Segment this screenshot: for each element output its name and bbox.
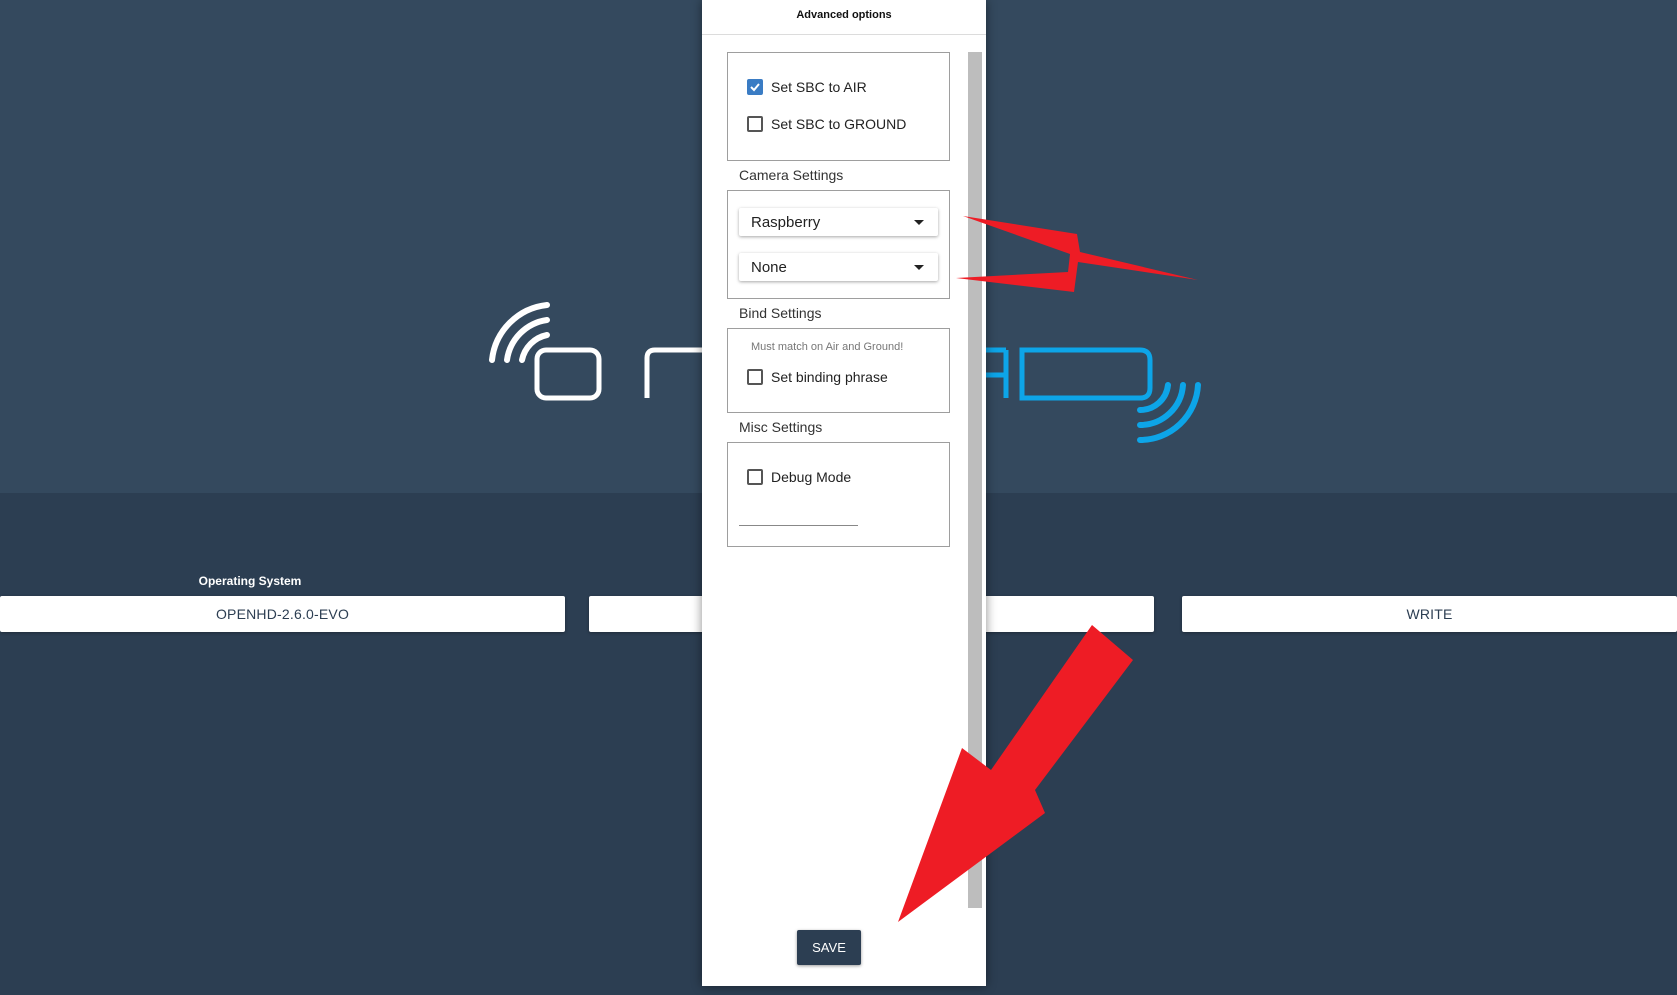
- sbc-ground-option[interactable]: Set SBC to GROUND: [747, 116, 906, 132]
- text-input-underline[interactable]: [739, 525, 858, 526]
- debug-mode-label: Debug Mode: [771, 469, 852, 485]
- secondary-camera-select[interactable]: None: [739, 253, 938, 281]
- operating-system-label: Operating System: [198, 574, 302, 588]
- operating-system-value: OPENHD-2.6.0-EVO: [215, 606, 350, 622]
- dialog-title: Advanced options: [702, 0, 986, 35]
- sbc-mode-group: Set SBC to AIR Set SBC to GROUND: [727, 52, 950, 161]
- bind-hint: Must match on Air and Ground!: [751, 341, 904, 353]
- write-button-label: WRITE: [1406, 606, 1453, 622]
- primary-camera-select[interactable]: Raspberry: [739, 208, 938, 236]
- binding-phrase-option[interactable]: Set binding phrase: [747, 369, 888, 385]
- sbc-air-checkbox[interactable]: [747, 79, 763, 95]
- logo-letter-p: [644, 347, 705, 398]
- operating-system-button[interactable]: OPENHD-2.6.0-EVO: [0, 596, 565, 632]
- scrollbar[interactable]: [968, 52, 982, 908]
- binding-phrase-checkbox[interactable]: [747, 369, 763, 385]
- camera-settings-group: Raspberry None: [727, 190, 950, 299]
- sbc-air-option[interactable]: Set SBC to AIR: [747, 79, 867, 95]
- secondary-camera-value: None: [751, 258, 787, 276]
- misc-settings-title: Misc Settings: [739, 419, 823, 435]
- primary-camera-value: Raspberry: [751, 213, 821, 231]
- binding-phrase-label: Set binding phrase: [771, 369, 888, 385]
- debug-mode-option[interactable]: Debug Mode: [747, 469, 851, 485]
- bind-settings-title: Bind Settings: [739, 305, 822, 321]
- sbc-ground-checkbox[interactable]: [747, 116, 763, 132]
- logo-letter-d: [1019, 347, 1153, 401]
- sbc-air-label: Set SBC to AIR: [771, 79, 867, 95]
- write-button[interactable]: WRITE: [1182, 596, 1677, 632]
- sbc-ground-label: Set SBC to GROUND: [771, 116, 907, 132]
- dropdown-caret-icon: [914, 264, 924, 270]
- misc-settings-group: Debug Mode: [727, 442, 950, 547]
- debug-mode-checkbox[interactable]: [747, 469, 763, 485]
- logo-letter-o: [534, 347, 602, 401]
- checkmark-icon: [750, 83, 760, 92]
- camera-settings-title: Camera Settings: [739, 167, 844, 183]
- save-button[interactable]: SAVE: [797, 930, 861, 965]
- dropdown-caret-icon: [914, 219, 924, 225]
- bind-settings-group: Must match on Air and Ground! Set bindin…: [727, 328, 950, 413]
- advanced-options-dialog: Advanced options Set SBC to AIR Set SBC …: [702, 0, 986, 986]
- logo-letter-h: [986, 347, 1009, 398]
